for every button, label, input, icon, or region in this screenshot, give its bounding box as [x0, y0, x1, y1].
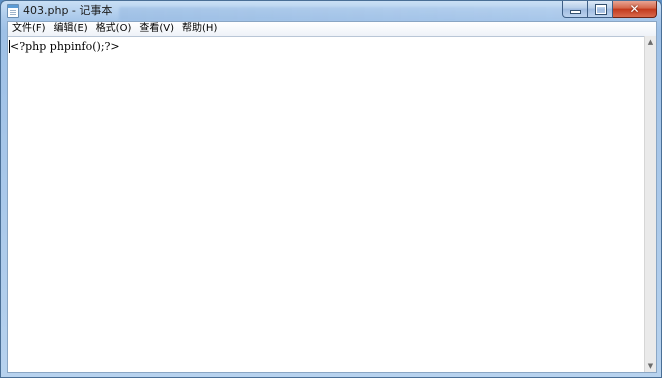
- arrow-up-icon[interactable]: ▲: [645, 36, 656, 48]
- menu-help[interactable]: 帮助(H): [178, 22, 221, 36]
- menu-view[interactable]: 查看(V): [135, 22, 178, 36]
- notepad-icon[interactable]: [7, 4, 19, 18]
- menu-bar: 文件(F) 编辑(E) 格式(O) 查看(V) 帮助(H): [8, 22, 656, 36]
- close-icon: ✕: [629, 2, 640, 16]
- menu-edit[interactable]: 编辑(E): [50, 22, 92, 36]
- arrow-down-icon[interactable]: ▼: [645, 360, 656, 372]
- menu-format[interactable]: 格式(O): [92, 22, 136, 36]
- maximize-icon: [596, 5, 606, 14]
- client-area: 文件(F) 编辑(E) 格式(O) 查看(V) 帮助(H) <?php phpi…: [7, 21, 657, 373]
- notepad-window: 403.php - 记事本 ✕ 文件(F) 编辑(E) 格式(O) 查看(V) …: [0, 0, 662, 378]
- minimize-button[interactable]: [562, 1, 588, 18]
- maximize-button[interactable]: [588, 1, 613, 18]
- editor-content[interactable]: <?php phpinfo();?>: [10, 40, 120, 53]
- vertical-scrollbar[interactable]: ▲ ▼: [644, 36, 656, 372]
- title-bar[interactable]: 403.php - 记事本 ✕: [1, 1, 661, 21]
- close-button[interactable]: ✕: [613, 1, 657, 18]
- text-editor[interactable]: <?php phpinfo();?>: [8, 36, 644, 372]
- minimize-icon: [571, 11, 580, 13]
- window-title: 403.php - 记事本: [23, 4, 113, 17]
- menu-file[interactable]: 文件(F): [8, 22, 50, 36]
- caption-buttons: ✕: [562, 1, 657, 19]
